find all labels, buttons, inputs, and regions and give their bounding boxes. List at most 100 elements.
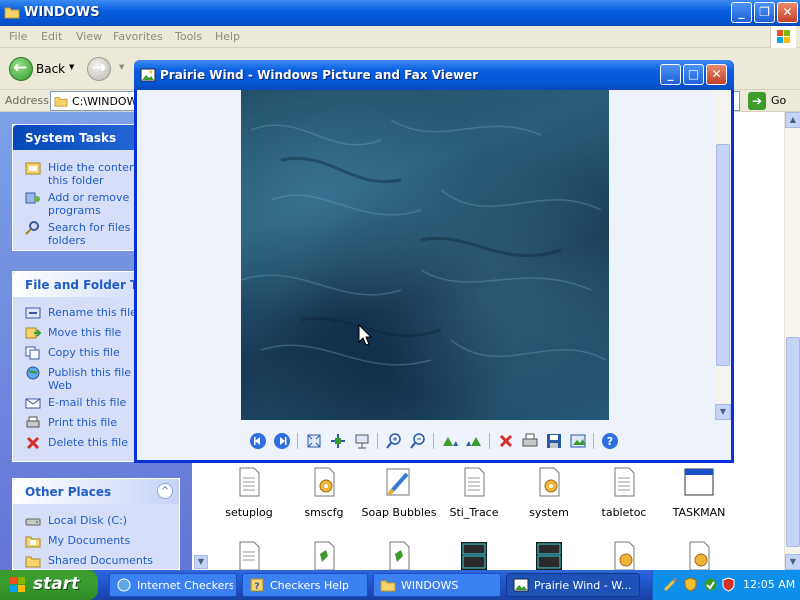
minimize-button[interactable]: _: [660, 64, 681, 85]
back-arrow-icon[interactable]: [9, 57, 33, 81]
scroll-down-arrow-icon[interactable]: ▼: [715, 404, 731, 420]
menu-help[interactable]: Help: [215, 30, 240, 43]
start-button[interactable]: start: [0, 570, 98, 600]
scroll-up-arrow-icon[interactable]: ▲: [785, 112, 800, 128]
slideshow-icon[interactable]: [353, 432, 371, 450]
other-places-header[interactable]: Other Places ^: [13, 479, 179, 504]
restore-button[interactable]: ❐: [754, 2, 775, 23]
next-image-icon[interactable]: [273, 432, 291, 450]
viewer-title-bar[interactable]: Prairie Wind - Windows Picture and Fax V…: [134, 60, 734, 90]
windows-logo-icon: [770, 26, 796, 48]
actual-size-icon[interactable]: [329, 432, 347, 450]
file-item-tabletoc[interactable]: tabletoc: [584, 466, 664, 519]
svg-text:?: ?: [607, 435, 613, 448]
taskbar-button-windows-folder[interactable]: WINDOWS: [373, 573, 501, 597]
file-name: Sti_Trace: [449, 506, 499, 519]
hide-folder-icon: [25, 162, 41, 175]
config-file-icon[interactable]: [683, 540, 715, 570]
taskbar: start Internet Checkers ? Checkers Help …: [0, 570, 800, 600]
security-alert-icon[interactable]: [721, 577, 736, 592]
forward-dropdown-icon[interactable]: ▼: [119, 63, 124, 71]
menu-edit[interactable]: Edit: [41, 30, 62, 43]
print-icon[interactable]: [521, 432, 539, 450]
scroll-thumb[interactable]: [716, 144, 730, 366]
zoom-in-icon[interactable]: [385, 432, 403, 450]
rename-icon: [25, 307, 41, 319]
go-button[interactable]: Go: [771, 94, 786, 107]
menu-view[interactable]: View: [76, 30, 102, 43]
explorer-vertical-scrollbar[interactable]: ▲ ▼: [784, 112, 800, 570]
file-name: setuplog: [225, 506, 273, 519]
dos-app-icon[interactable]: [533, 540, 565, 570]
edit-icon[interactable]: [569, 432, 587, 450]
system-tasks-title: System Tasks: [25, 131, 117, 145]
rotate-clockwise-icon[interactable]: [441, 432, 459, 450]
file-item-soap-bubbles[interactable]: Soap Bubbles: [359, 466, 439, 519]
file-item-setuplog[interactable]: setuplog: [209, 466, 289, 519]
config-file-icon: [539, 467, 560, 497]
picture-viewer-window: Prairie Wind - Windows Picture and Fax V…: [134, 60, 734, 463]
clock[interactable]: 12:05 AM: [743, 578, 795, 591]
email-icon: [25, 398, 41, 409]
back-dropdown-icon[interactable]: ▼: [69, 63, 74, 71]
file-item-smscfg[interactable]: smscfg: [284, 466, 364, 519]
file-name: system: [529, 506, 569, 519]
toolbar-separator: [433, 433, 434, 449]
other-places-panel: Other Places ^ Local Disk (C:) My Docume…: [12, 478, 180, 570]
rotate-counterclockwise-icon[interactable]: [465, 432, 483, 450]
file-item-sti-trace[interactable]: Sti_Trace: [434, 466, 514, 519]
file-name: tabletoc: [601, 506, 647, 519]
menu-tools[interactable]: Tools: [175, 30, 202, 43]
scroll-thumb[interactable]: [786, 337, 800, 547]
move-icon: [25, 327, 41, 339]
go-arrow-icon[interactable]: ➔: [748, 92, 766, 110]
bitmap-brush-icon: [386, 468, 410, 496]
shared-folder-icon: [25, 556, 41, 568]
file-item-taskman[interactable]: TASKMAN: [659, 466, 739, 519]
collapse-chevron-up-icon[interactable]: ^: [157, 483, 173, 499]
security-shield-icon[interactable]: [683, 577, 698, 592]
place-shared-documents[interactable]: Shared Documents: [13, 551, 179, 571]
update-icon[interactable]: [703, 577, 718, 592]
previous-image-icon[interactable]: [249, 432, 267, 450]
minimize-button[interactable]: _: [731, 2, 752, 23]
forward-arrow-icon[interactable]: [87, 57, 111, 81]
menu-favorites[interactable]: Favorites: [113, 30, 163, 43]
toolbar-separator: [297, 433, 298, 449]
help-icon[interactable]: ?: [601, 432, 619, 450]
text-file-icon[interactable]: [233, 540, 265, 570]
best-fit-icon[interactable]: [305, 432, 323, 450]
file-item-system[interactable]: system: [509, 466, 589, 519]
close-button[interactable]: ✕: [706, 64, 727, 85]
displayed-image: [241, 90, 609, 420]
network-tools-icon[interactable]: [663, 577, 678, 592]
back-button[interactable]: Back: [36, 62, 65, 76]
taskbar-button-prairie-wind[interactable]: Prairie Wind - W...: [506, 573, 640, 597]
zoom-out-icon[interactable]: [409, 432, 427, 450]
file-name: Soap Bubbles: [361, 506, 437, 519]
place-my-documents[interactable]: My Documents: [13, 531, 179, 551]
config-file-icon[interactable]: [608, 540, 640, 570]
scroll-down-arrow-icon[interactable]: ▼: [194, 555, 208, 569]
dos-app-icon[interactable]: [458, 540, 490, 570]
folder-icon: [380, 580, 396, 592]
place-local-disk[interactable]: Local Disk (C:): [13, 511, 179, 531]
delete-icon[interactable]: [497, 432, 515, 450]
taskbar-button-internet-checkers[interactable]: Internet Checkers: [109, 573, 237, 597]
delete-icon: [26, 436, 40, 450]
drive-icon: [25, 518, 41, 526]
explorer-title-bar[interactable]: WINDOWS _ ❐ ✕: [0, 0, 800, 26]
scroll-down-arrow-icon[interactable]: ▼: [785, 554, 800, 570]
picture-viewer-icon: [513, 578, 529, 592]
viewer-toolbar: ?: [137, 428, 731, 456]
setup-file-icon[interactable]: [308, 540, 340, 570]
maximize-button[interactable]: □: [683, 64, 704, 85]
save-icon[interactable]: [545, 432, 563, 450]
setup-file-icon[interactable]: [383, 540, 415, 570]
text-file-icon: [464, 467, 485, 497]
system-tray: 12:05 AM: [652, 570, 800, 600]
taskbar-button-checkers-help[interactable]: ? Checkers Help: [242, 573, 368, 597]
menu-file[interactable]: File: [9, 30, 27, 43]
viewer-vertical-scrollbar[interactable]: ▼: [715, 90, 731, 420]
close-button[interactable]: ✕: [777, 2, 798, 23]
